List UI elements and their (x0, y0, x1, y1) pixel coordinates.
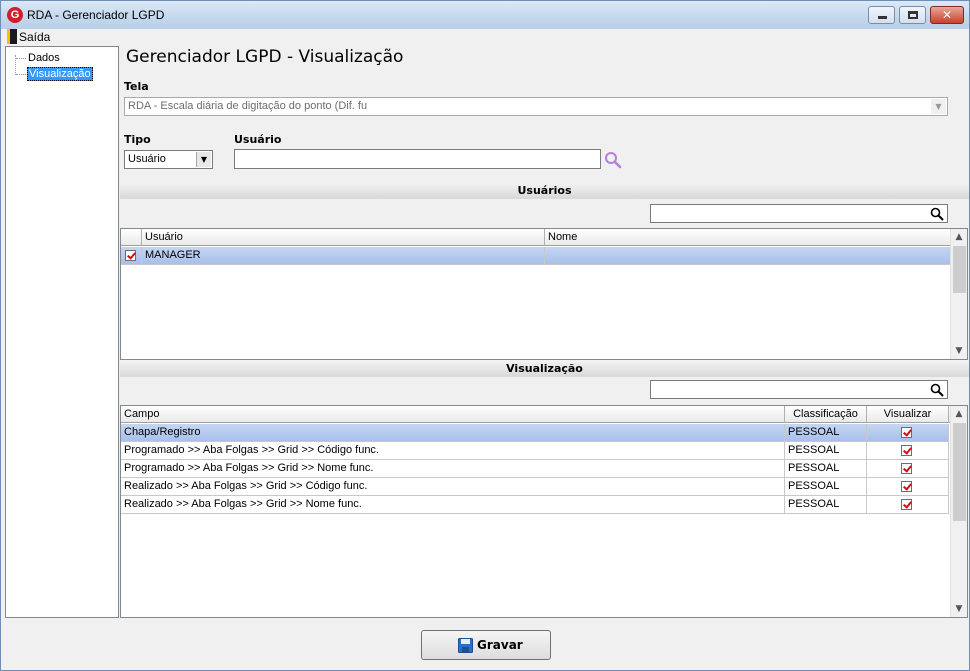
scroll-down-icon[interactable]: ▼ (951, 343, 967, 359)
tipo-label: Tipo (124, 133, 151, 146)
table-row[interactable]: Realizado >> Aba Folgas >> Grid >> Nome … (121, 496, 949, 514)
table-row[interactable]: MANAGER (121, 247, 951, 265)
table-row[interactable]: Programado >> Aba Folgas >> Grid >> Nome… (121, 460, 949, 478)
cell-usuario: MANAGER (142, 247, 545, 264)
search-icon[interactable] (930, 383, 944, 397)
cell-campo: Programado >> Aba Folgas >> Grid >> Nome… (121, 460, 785, 477)
table-row[interactable]: Realizado >> Aba Folgas >> Grid >> Códig… (121, 478, 949, 496)
checkbox-checked-icon[interactable] (901, 445, 912, 456)
view-section-header: Visualização (120, 360, 969, 377)
view-search-input[interactable] (650, 380, 948, 399)
header-check (121, 229, 142, 246)
scroll-thumb[interactable] (953, 246, 966, 293)
users-section-header: Usuários (120, 182, 969, 199)
header-campo[interactable]: Campo (121, 406, 785, 423)
view-scrollbar[interactable]: ▲ ▼ (950, 406, 967, 617)
table-row[interactable]: Chapa/Registro PESSOAL (121, 424, 949, 442)
scroll-thumb[interactable] (953, 423, 966, 521)
cell-classificacao: PESSOAL (785, 424, 867, 441)
cell-campo: Programado >> Aba Folgas >> Grid >> Códi… (121, 442, 785, 459)
close-button[interactable]: ✕ (930, 6, 964, 24)
maximize-icon (908, 11, 918, 19)
tree-item-dados[interactable]: Dados (27, 51, 61, 65)
cell-classificacao: PESSOAL (785, 496, 867, 513)
tela-select[interactable]: RDA - Escala diária de digitação do pont… (124, 97, 948, 116)
scroll-down-icon[interactable]: ▼ (951, 601, 967, 617)
minimize-button[interactable] (868, 6, 895, 24)
menu-bar: Saída (1, 29, 969, 45)
chevron-down-icon[interactable]: ▼ (196, 152, 211, 167)
header-nome[interactable]: Nome (545, 229, 951, 246)
window-title: RDA - Gerenciador LGPD (27, 8, 165, 22)
users-search-input[interactable] (650, 204, 948, 223)
navigation-tree: Dados Visualização (5, 46, 119, 618)
scroll-up-icon[interactable]: ▲ (951, 229, 967, 245)
tree-item-visualizacao[interactable]: Visualização (27, 67, 93, 81)
tipo-select-value: Usuário (128, 153, 166, 165)
menu-exit[interactable]: Saída (19, 30, 50, 44)
floppy-disk-icon (458, 638, 473, 653)
users-scrollbar[interactable]: ▲ ▼ (950, 229, 967, 359)
tipo-select[interactable]: Usuário ▼ (124, 150, 213, 169)
cell-classificacao: PESSOAL (785, 478, 867, 495)
page-title: Gerenciador LGPD - Visualização (126, 47, 404, 67)
scroll-up-icon[interactable]: ▲ (951, 406, 967, 422)
users-grid: Usuário Nome MANAGER ▲ ▼ (120, 228, 968, 360)
app-logo-icon: G (7, 7, 23, 23)
title-bar[interactable]: G RDA - Gerenciador LGPD ✕ (1, 1, 969, 29)
cell-campo: Realizado >> Aba Folgas >> Grid >> Códig… (121, 478, 785, 495)
cell-classificacao: PESSOAL (785, 460, 867, 477)
view-grid-header: Campo Classificação Visualizar (121, 406, 951, 423)
cell-campo: Realizado >> Aba Folgas >> Grid >> Nome … (121, 496, 785, 513)
header-usuario[interactable]: Usuário (142, 229, 545, 246)
maximize-button[interactable] (899, 6, 926, 24)
checkbox-checked-icon[interactable] (125, 250, 136, 261)
view-grid: Campo Classificação Visualizar Chapa/Reg… (120, 405, 968, 618)
tela-label: Tela (124, 80, 149, 93)
table-row[interactable]: Programado >> Aba Folgas >> Grid >> Códi… (121, 442, 949, 460)
close-icon: ✕ (941, 8, 953, 22)
checkbox-checked-icon[interactable] (901, 463, 912, 474)
save-button-label: Gravar (477, 638, 523, 652)
minimize-icon (878, 16, 887, 19)
usuario-input[interactable] (234, 149, 601, 169)
header-visualizar[interactable]: Visualizar (867, 406, 949, 423)
chevron-down-icon[interactable]: ▼ (931, 99, 946, 114)
checkbox-checked-icon[interactable] (901, 499, 912, 510)
tela-select-value: RDA - Escala diária de digitação do pont… (128, 100, 368, 112)
checkbox-checked-icon[interactable] (901, 427, 912, 438)
checkbox-checked-icon[interactable] (901, 481, 912, 492)
users-grid-header: Usuário Nome (121, 229, 951, 246)
header-classificacao[interactable]: Classificação (785, 406, 867, 423)
cell-campo: Chapa/Registro (121, 424, 785, 441)
usuario-label: Usuário (234, 133, 282, 146)
cell-classificacao: PESSOAL (785, 442, 867, 459)
cell-nome (545, 247, 951, 264)
search-icon[interactable] (930, 207, 944, 221)
exit-door-icon[interactable] (7, 29, 17, 44)
app-window: G RDA - Gerenciador LGPD ✕ Saída Dados V… (0, 0, 970, 671)
save-button[interactable]: Gravar (421, 630, 551, 660)
magnifier-icon[interactable] (604, 151, 622, 169)
